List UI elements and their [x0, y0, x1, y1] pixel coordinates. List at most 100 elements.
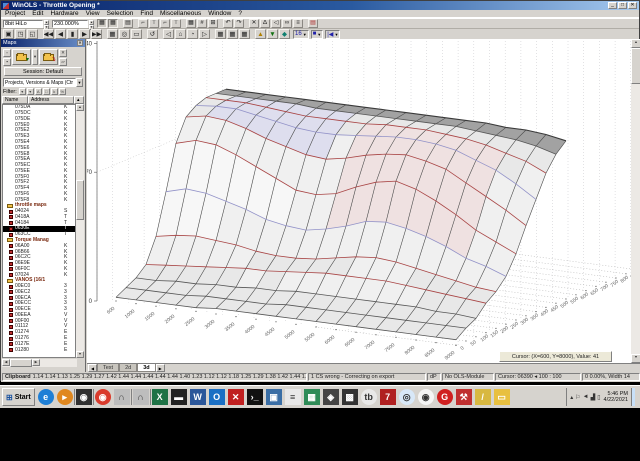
- goto-combo[interactable]: |◀ ▼: [325, 29, 341, 39]
- map-window-2-button[interactable]: ▦: [227, 29, 238, 39]
- pc-app-icon[interactable]: ▦: [303, 389, 320, 405]
- view-2d-button[interactable]: ▦: [97, 19, 107, 28]
- filter-d-button[interactable]: □: [42, 88, 50, 95]
- value-size-combo[interactable]: 16 ▼: [293, 29, 309, 39]
- scroll-left-icon[interactable]: ◀: [2, 359, 10, 366]
- maximize-button[interactable]: □: [618, 2, 627, 9]
- scroll-up-icon[interactable]: ▲: [76, 104, 84, 111]
- connect-button[interactable]: ∞: [282, 19, 292, 28]
- throttle-map-3d-surface[interactable]: 0701400501001502002503003504004505005506…: [87, 39, 631, 363]
- small-folder-button[interactable]: ▱: [59, 57, 67, 66]
- yellow-folder-app-icon[interactable]: ▭: [493, 389, 510, 405]
- list-vertical-scrollbar[interactable]: ▲ ▼: [76, 104, 84, 358]
- menu-miscellaneous[interactable]: Miscellaneous: [160, 10, 201, 17]
- hash-values-button[interactable]: #: [197, 19, 207, 28]
- tuner-app-icon[interactable]: ◉: [73, 389, 94, 405]
- browser-blue-icon[interactable]: ◎: [398, 389, 415, 405]
- original-view-button[interactable]: ◁: [271, 19, 281, 28]
- gamepad-app-icon[interactable]: ◈: [322, 389, 339, 405]
- last-map-button[interactable]: ▶▶: [91, 29, 102, 39]
- tray-flag-icon[interactable]: ⚐: [575, 394, 580, 401]
- zoom-level-field[interactable]: 230.000%: [52, 19, 88, 28]
- grid-view-button[interactable]: ▦: [107, 29, 118, 39]
- red-tool-icon[interactable]: ⚒: [455, 389, 472, 405]
- insert-column-right-button[interactable]: ⊤: [149, 19, 159, 28]
- open-project-button[interactable]: ▾: [12, 49, 31, 65]
- session-button[interactable]: Session: Default: [4, 67, 82, 76]
- zoom-spinner[interactable]: ▲ ▼: [89, 19, 94, 30]
- view-3d-button[interactable]: ▦: [108, 19, 118, 28]
- chart-scroll-down-icon[interactable]: ▼: [631, 354, 640, 363]
- insert-row-bottom-button[interactable]: ⊤: [171, 19, 181, 28]
- minimize-button[interactable]: _: [608, 2, 617, 9]
- menu-window[interactable]: Window: [208, 10, 231, 17]
- wrench-app-icon[interactable]: /: [474, 389, 491, 405]
- terminal-icon[interactable]: ›_: [246, 389, 263, 405]
- first-map-button[interactable]: ◀◀: [43, 29, 54, 39]
- search-button[interactable]: ◎: [119, 29, 130, 39]
- tray-power-icon[interactable]: ▯: [597, 394, 600, 401]
- stop-button[interactable]: ▮: [67, 29, 78, 39]
- chart-scroll-up-icon[interactable]: ▲: [631, 39, 640, 48]
- view-text-button[interactable]: ▤: [123, 19, 133, 28]
- filter-b-button[interactable]: ▾: [26, 88, 34, 95]
- tab-text[interactable]: Text: [97, 364, 120, 372]
- map-list-row[interactable]: 01280 E: [3, 347, 75, 353]
- list-horizontal-scrollbar[interactable]: ◀ ▶: [2, 359, 77, 367]
- insert-row-top-button[interactable]: ⌐: [160, 19, 170, 28]
- hscroll-thumb[interactable]: [10, 359, 32, 367]
- pie-button[interactable]: ◔: [187, 29, 198, 39]
- scroll-right-icon[interactable]: ▶: [32, 359, 40, 366]
- selector-combobox[interactable]: Projects, Versions & Maps (Ctr: [3, 78, 76, 87]
- red-x-app-icon[interactable]: ✕: [227, 389, 244, 405]
- filter-e-button[interactable]: k: [50, 88, 58, 95]
- photo-app-icon[interactable]: ▩: [341, 389, 358, 405]
- sort-header[interactable]: ▴: [74, 96, 84, 104]
- internet-explorer-icon[interactable]: e: [37, 389, 54, 405]
- refresh-button[interactable]: ↺: [147, 29, 158, 39]
- home-button[interactable]: ⌂: [175, 29, 186, 39]
- chart-vertical-scrollbar[interactable]: ▲ ▼: [631, 39, 640, 363]
- start-button[interactable]: ⊞ Start: [2, 388, 35, 406]
- scroll-down-icon[interactable]: ▼: [76, 351, 84, 358]
- title-bar[interactable]: WinOLS - Throttle Opening * _ □ ✕: [1, 1, 639, 10]
- color-combo[interactable]: ■ ▼: [310, 29, 324, 39]
- address-column-header[interactable]: Address: [28, 96, 74, 104]
- nav-forward-button[interactable]: ▷: [199, 29, 210, 39]
- grid-toggle-button[interactable]: ▦: [186, 19, 196, 28]
- monitor-button[interactable]: ▭: [131, 29, 142, 39]
- filter-a-button[interactable]: ▾: [18, 88, 26, 95]
- new-map-button[interactable]: ▫: [3, 48, 11, 57]
- file-manager-icon[interactable]: ▣: [265, 389, 282, 405]
- open-folder-button[interactable]: ◳: [15, 29, 26, 39]
- menu-hardware[interactable]: Hardware: [50, 10, 78, 17]
- color-scale-button[interactable]: ▤: [308, 19, 318, 28]
- apply-button[interactable]: ▼: [267, 29, 278, 39]
- menu-view[interactable]: View: [86, 10, 100, 17]
- tab-nav-left-icon[interactable]: ◀: [88, 364, 97, 372]
- menu-project[interactable]: Project: [5, 10, 25, 17]
- swoosh-app-2-icon[interactable]: ∩: [130, 389, 151, 405]
- filter-f-button[interactable]: %: [58, 88, 66, 95]
- filter-c-button[interactable]: A: [34, 88, 42, 95]
- map-window-1-button[interactable]: ▦: [215, 29, 226, 39]
- chart-scroll-thumb[interactable]: [631, 48, 640, 84]
- seven-app-icon[interactable]: 7: [379, 389, 396, 405]
- tray-chevron-icon[interactable]: ▴: [570, 394, 573, 401]
- menu-help[interactable]: ?: [238, 10, 242, 17]
- list-scroll-thumb[interactable]: [76, 180, 84, 221]
- selector-dropdown-icon[interactable]: ▼: [76, 78, 83, 87]
- excel-icon[interactable]: X: [151, 389, 168, 405]
- value-mode-spinner[interactable]: ▲ ▼: [44, 19, 49, 30]
- import-button[interactable]: ▣: [3, 29, 14, 39]
- import-project-button[interactable]: ↴: [39, 49, 58, 65]
- word-icon[interactable]: W: [189, 389, 206, 405]
- list-view-button[interactable]: ≡: [293, 19, 303, 28]
- undo-button[interactable]: ↶: [223, 19, 233, 28]
- tray-speaker-icon[interactable]: ◄: [583, 394, 589, 401]
- tab-nav-right-icon[interactable]: ▶: [155, 364, 165, 372]
- chrome-icon[interactable]: ◉: [94, 389, 111, 405]
- notepad-icon[interactable]: ≡: [284, 389, 301, 405]
- export-folder-button[interactable]: ◱: [27, 29, 38, 39]
- delta-view-button[interactable]: Δ: [260, 19, 270, 28]
